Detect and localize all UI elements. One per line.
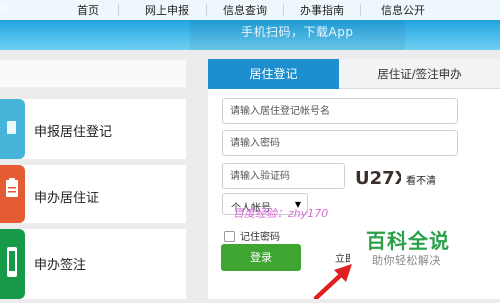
captcha-input[interactable] [222,163,345,189]
login-button[interactable]: 登录 [221,244,301,271]
username-watermark: 百度经验：zhy170 [233,207,329,220]
tab-residence-registration[interactable]: 居住登记 [208,59,339,89]
clipboard-icon [0,165,25,223]
baike-subtitle: 助你轻松解决 [372,254,441,267]
password-field[interactable] [222,130,458,156]
remember-label: 记住密码 [240,232,280,243]
phone-icon [0,229,25,299]
sidebar-header [0,60,186,87]
remember-checkbox[interactable] [224,231,235,242]
nav-online-declare[interactable]: 网上申报 [145,2,189,18]
sidebar-item-label: 申办签注 [34,258,87,273]
app-download-text[interactable]: 手机扫码，下载App [241,23,353,40]
nav-service-guide[interactable]: 办事指南 [300,2,344,18]
refresh-captcha-link[interactable]: 看不清 [406,172,436,187]
nav-info-public[interactable]: 信息公开 [381,2,425,18]
nav-divider [283,4,284,16]
top-navigation: u 首页 网上申报 信息查询 办事指南 信息公开 [0,0,500,20]
captcha-text: U27X [355,168,401,188]
nav-info-query[interactable]: 信息查询 [223,2,267,18]
baike-title: 百科全说 [366,229,450,253]
red-arrow-icon [313,264,352,299]
captcha-image[interactable]: U27X [353,166,401,188]
registration-icon [0,99,25,159]
sidebar-item-residence-permit[interactable]: 申办居住证 [0,165,186,223]
nav-divider [118,4,119,16]
tab-permit-endorsement[interactable]: 居住证/签注申办 [339,59,500,89]
nav-home[interactable]: 首页 [77,2,99,18]
nav-divider [360,4,361,16]
nav-divider [206,4,207,16]
site-logo: u [0,0,9,15]
sidebar-item-endorsement[interactable]: 申办签注 [0,229,186,299]
sidebar-item-label: 申报居住登记 [34,125,113,140]
account-input[interactable] [222,98,458,124]
sidebar-item-residence-registration[interactable]: 申报居住登记 [0,99,186,159]
sidebar-item-label: 申办居住证 [34,191,100,206]
